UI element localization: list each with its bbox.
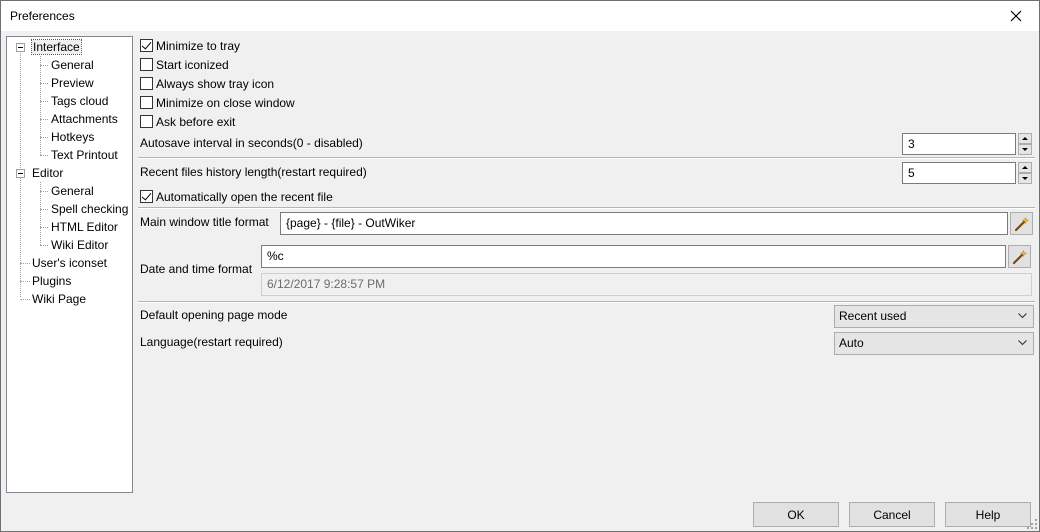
recent-files-label: Recent files history length(restart requ… xyxy=(140,165,367,179)
separator xyxy=(138,207,1035,209)
tree-item-plugins[interactable]: Plugins xyxy=(32,273,71,290)
help-button[interactable]: Help xyxy=(945,502,1031,527)
ask-before-exit-label: Ask before exit xyxy=(156,114,236,129)
language-value: Auto xyxy=(839,336,864,350)
tree-item-hotkeys[interactable]: Hotkeys xyxy=(51,129,94,146)
arrow-down-icon xyxy=(1022,177,1028,180)
checkbox-box[interactable] xyxy=(140,77,153,90)
minimize-to-tray-label: Minimize to tray xyxy=(156,38,241,53)
minimize-to-tray-checkbox[interactable]: Minimize to tray xyxy=(140,37,240,54)
minimize-on-close-label: Minimize on close window xyxy=(156,95,295,110)
close-icon xyxy=(1010,10,1022,22)
tree-item-wiki-editor[interactable]: Wiki Editor xyxy=(51,237,108,254)
magic-wand-icon xyxy=(1014,216,1029,231)
tree-item-text-printout[interactable]: Text Printout xyxy=(51,147,118,164)
magic-wand-icon xyxy=(1012,249,1027,264)
tree-item-html-editor[interactable]: HTML Editor xyxy=(51,219,118,236)
minimize-on-close-checkbox[interactable]: Minimize on close window xyxy=(140,94,295,111)
checkbox-box[interactable] xyxy=(140,96,153,109)
auto-open-recent-checkbox[interactable]: Automatically open the recent file xyxy=(140,188,333,205)
tree-item-attachments[interactable]: Attachments xyxy=(51,111,118,128)
tree-item-interface[interactable]: Interface xyxy=(31,39,82,56)
default-page-mode-value: Recent used xyxy=(839,309,907,323)
category-tree[interactable]: Interface General Preview Tags cloud Att… xyxy=(6,36,133,493)
spin-down-button[interactable] xyxy=(1018,144,1032,155)
date-format-input[interactable]: %c xyxy=(261,245,1006,268)
title-format-wand-button[interactable] xyxy=(1010,212,1033,235)
chevron-down-icon xyxy=(1018,313,1027,319)
date-format-wand-button[interactable] xyxy=(1008,245,1031,268)
tree-item-wiki-page[interactable]: Wiki Page xyxy=(32,291,86,308)
autosave-spinner[interactable] xyxy=(1018,133,1032,155)
tree-item-editor[interactable]: Editor xyxy=(32,165,63,182)
autosave-input[interactable]: 3 xyxy=(902,133,1016,155)
ok-button[interactable]: OK xyxy=(753,502,839,527)
tree-item-editor-general[interactable]: General xyxy=(51,183,94,200)
date-format-label: Date and time format xyxy=(140,262,253,276)
preferences-dialog: Preferences Interface General Preview Ta… xyxy=(0,0,1040,532)
always-show-tray-icon-checkbox[interactable]: Always show tray icon xyxy=(140,75,274,92)
start-iconized-label: Start iconized xyxy=(156,57,229,72)
arrow-up-icon xyxy=(1022,166,1028,169)
close-button[interactable] xyxy=(993,1,1039,31)
resize-grip-icon[interactable] xyxy=(1027,519,1037,529)
checkbox-box[interactable] xyxy=(140,115,153,128)
always-show-tray-icon-label: Always show tray icon xyxy=(156,76,275,91)
cancel-button[interactable]: Cancel xyxy=(849,502,935,527)
recent-files-spinner[interactable] xyxy=(1018,162,1032,184)
tree-item-tags-cloud[interactable]: Tags cloud xyxy=(51,93,108,110)
spin-up-button[interactable] xyxy=(1018,133,1032,144)
date-format-preview: 6/12/2017 9:28:57 PM xyxy=(261,273,1032,296)
separator xyxy=(138,301,1035,303)
title-format-label: Main window title format xyxy=(140,215,269,229)
tree-collapse-icon[interactable] xyxy=(16,169,25,178)
title-format-input[interactable]: {page} - {file} - OutWiker xyxy=(280,212,1008,235)
checkbox-box[interactable] xyxy=(140,58,153,71)
tree-item-general[interactable]: General xyxy=(51,57,94,74)
auto-open-recent-label: Automatically open the recent file xyxy=(156,189,333,204)
language-select[interactable]: Auto xyxy=(834,332,1034,355)
autosave-label: Autosave interval in seconds(0 - disable… xyxy=(140,136,363,150)
separator xyxy=(138,157,1035,159)
window-title: Preferences xyxy=(10,9,75,23)
recent-files-input[interactable]: 5 xyxy=(902,162,1016,184)
ask-before-exit-checkbox[interactable]: Ask before exit xyxy=(140,113,235,130)
tree-item-preview[interactable]: Preview xyxy=(51,75,94,92)
chevron-down-icon xyxy=(1018,340,1027,346)
tree-item-spell-checking[interactable]: Spell checking xyxy=(51,201,128,218)
arrow-up-icon xyxy=(1022,137,1028,140)
checkbox-box[interactable] xyxy=(140,190,153,203)
default-page-mode-select[interactable]: Recent used xyxy=(834,305,1034,328)
spin-up-button[interactable] xyxy=(1018,162,1032,173)
spin-down-button[interactable] xyxy=(1018,173,1032,184)
tree-item-users-iconset[interactable]: User's iconset xyxy=(32,255,107,272)
title-bar: Preferences xyxy=(1,1,1039,31)
arrow-down-icon xyxy=(1022,148,1028,151)
checkbox-box[interactable] xyxy=(140,39,153,52)
language-label: Language(restart required) xyxy=(140,335,283,349)
tree-collapse-icon[interactable] xyxy=(16,43,25,52)
start-iconized-checkbox[interactable]: Start iconized xyxy=(140,56,229,73)
default-page-mode-label: Default opening page mode xyxy=(140,308,288,322)
